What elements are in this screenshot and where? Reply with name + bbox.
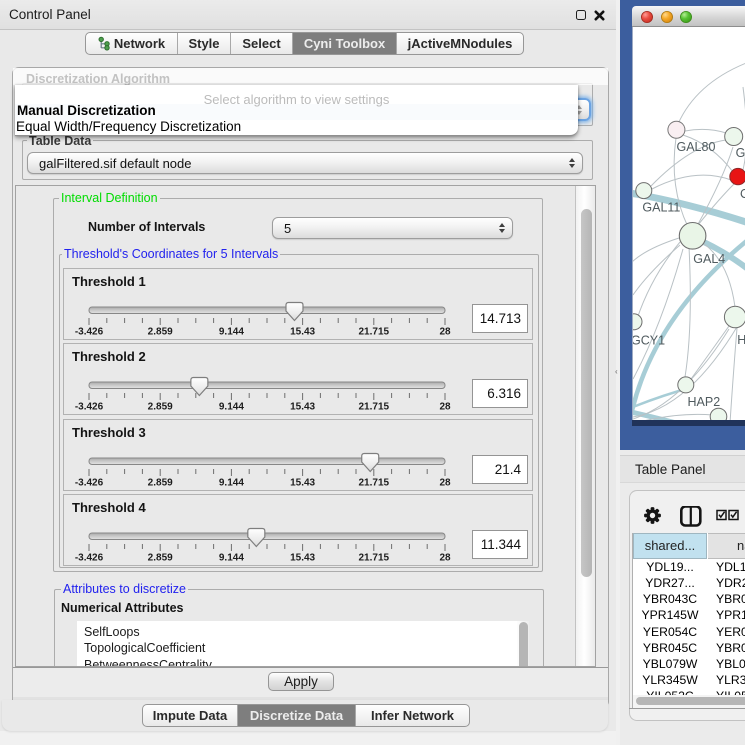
svg-text:9.144: 9.144 [219, 477, 244, 488]
svg-text:9.144: 9.144 [219, 402, 244, 413]
svg-text:15.43: 15.43 [290, 552, 315, 563]
svg-text:21.715: 21.715 [359, 477, 390, 488]
svg-text:GAL80: GAL80 [677, 140, 716, 154]
svg-text:21.715: 21.715 [359, 327, 390, 338]
svg-text:GAL4: GAL4 [693, 252, 725, 266]
svg-text:2.859: 2.859 [148, 477, 173, 488]
svg-text:15.43: 15.43 [290, 477, 315, 488]
svg-text:2.859: 2.859 [148, 552, 173, 563]
svg-text:2.859: 2.859 [148, 402, 173, 413]
svg-text:GA: GA [736, 146, 745, 160]
svg-text:-3.426: -3.426 [75, 552, 104, 563]
svg-text:9.144: 9.144 [219, 327, 244, 338]
svg-text:C: C [740, 187, 745, 201]
svg-text:28: 28 [439, 402, 451, 413]
svg-text:-3.426: -3.426 [75, 402, 104, 413]
svg-text:21.715: 21.715 [359, 552, 390, 563]
svg-text:9.144: 9.144 [219, 552, 244, 563]
svg-text:-3.426: -3.426 [75, 327, 104, 338]
svg-text:-3.426: -3.426 [75, 477, 104, 488]
svg-text:2.859: 2.859 [148, 327, 173, 338]
svg-text:28: 28 [439, 477, 451, 488]
svg-text:15.43: 15.43 [290, 402, 315, 413]
svg-text:21.715: 21.715 [359, 402, 390, 413]
svg-text:H: H [737, 333, 745, 347]
svg-text:GCY1: GCY1 [633, 334, 665, 348]
svg-text:28: 28 [439, 327, 451, 338]
svg-text:GAL11: GAL11 [642, 201, 680, 215]
svg-text:HAP2: HAP2 [688, 395, 721, 409]
svg-text:15.43: 15.43 [290, 327, 315, 338]
svg-text:28: 28 [439, 552, 451, 563]
